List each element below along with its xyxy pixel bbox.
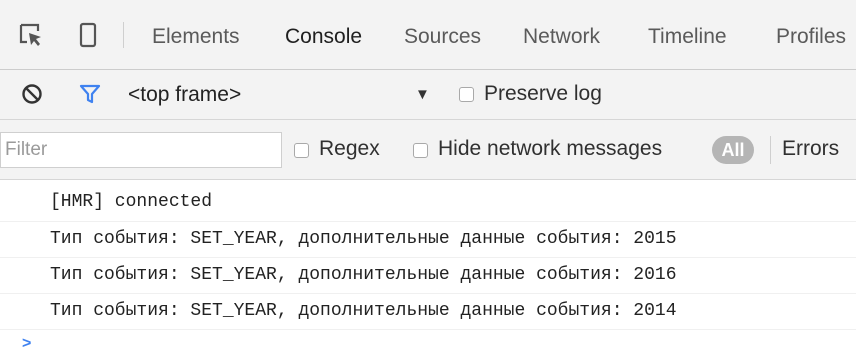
funnel-icon[interactable] [78,82,102,106]
console-message: [HMR] connected [50,192,213,212]
tab-network[interactable]: Network [523,22,600,52]
execution-context-select[interactable]: <top frame> [128,80,241,110]
message-divider [0,329,856,330]
no-entry-icon[interactable] [20,82,44,106]
tab-timeline[interactable]: Timeline [648,22,727,52]
console-message: Тип события: SET_YEAR, дополнительные да… [50,229,677,249]
hide-network-checkbox[interactable] [413,143,428,158]
console-prompt[interactable]: > [22,336,31,352]
inspect-element-icon[interactable] [18,22,44,48]
tab-console[interactable]: Console [285,22,362,52]
console-filter-bar: Regex Hide network messages All Errors [0,120,856,180]
console-message: Тип события: SET_YEAR, дополнительные да… [50,265,677,285]
hide-network-label: Hide network messages [438,137,663,160]
regex-checkbox[interactable] [294,143,309,158]
devtools-tab-bar: Elements Console Sources Network Timelin… [0,0,856,70]
chevron-down-icon[interactable]: ▼ [415,82,430,108]
level-errors-button[interactable]: Errors [782,134,839,164]
filter-divider [770,136,771,164]
toolbar-divider [123,22,124,48]
console-toolbar: <top frame> ▼ Preserve log [0,70,856,120]
preserve-log-checkbox[interactable] [459,87,474,102]
tab-elements[interactable]: Elements [152,22,240,52]
tab-sources[interactable]: Sources [404,22,481,52]
regex-label: Regex [319,137,380,160]
filter-input[interactable] [0,132,282,168]
level-all-button[interactable]: All [712,136,754,164]
device-mode-icon[interactable] [75,22,101,48]
console-message: Тип события: SET_YEAR, дополнительные да… [50,301,677,321]
preserve-log-label: Preserve log [484,82,602,105]
tab-profiles[interactable]: Profiles [776,22,846,52]
